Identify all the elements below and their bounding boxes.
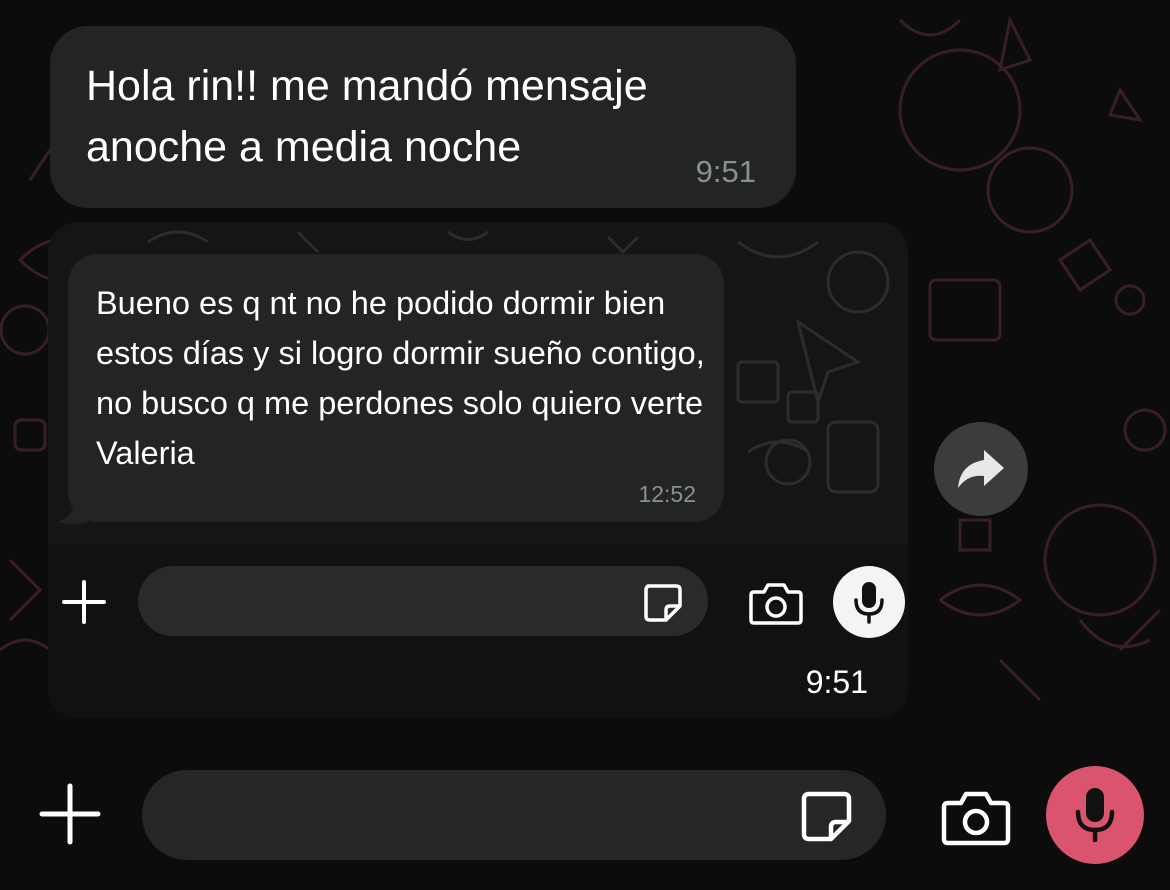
message-input[interactable]	[142, 770, 886, 860]
screenshot-mic-button	[833, 566, 905, 638]
mic-icon	[854, 582, 884, 624]
sticker-icon[interactable]	[798, 788, 854, 844]
image-timestamp: 9:51	[805, 664, 868, 700]
forward-arrow-icon	[958, 450, 1004, 488]
plus-icon[interactable]	[38, 782, 102, 846]
forward-button[interactable]	[934, 422, 1028, 516]
message-text-field[interactable]	[172, 770, 693, 860]
screenshot-message-bubble: Bueno es q nt no he podido dormir bien e…	[68, 254, 724, 522]
bubble-tail	[58, 492, 88, 524]
screenshot-input-bar: 9:51	[48, 544, 908, 718]
plus-icon	[62, 580, 106, 624]
mic-icon	[1075, 788, 1115, 842]
message-text: Hola rin!! me mandó mensaje anoche a med…	[86, 62, 648, 171]
image-message-bubble[interactable]: Bueno es q nt no he podido dormir bien e…	[48, 222, 908, 718]
voice-message-button[interactable]	[1046, 766, 1144, 864]
screenshot-message-text: Bueno es q nt no he podido dormir bien e…	[96, 285, 705, 471]
sticker-icon	[644, 584, 682, 622]
message-timestamp: 9:51	[695, 154, 756, 189]
camera-icon[interactable]	[940, 788, 1012, 846]
camera-icon	[749, 583, 803, 625]
screenshot-message-timestamp: 12:52	[638, 481, 696, 507]
message-composer	[0, 740, 1170, 890]
screenshot-message-field	[138, 566, 708, 636]
chat-area: Hola rin!! me mandó mensaje anoche a med…	[0, 0, 1170, 740]
message-bubble-incoming[interactable]: Hola rin!! me mandó mensaje anoche a med…	[50, 26, 796, 208]
